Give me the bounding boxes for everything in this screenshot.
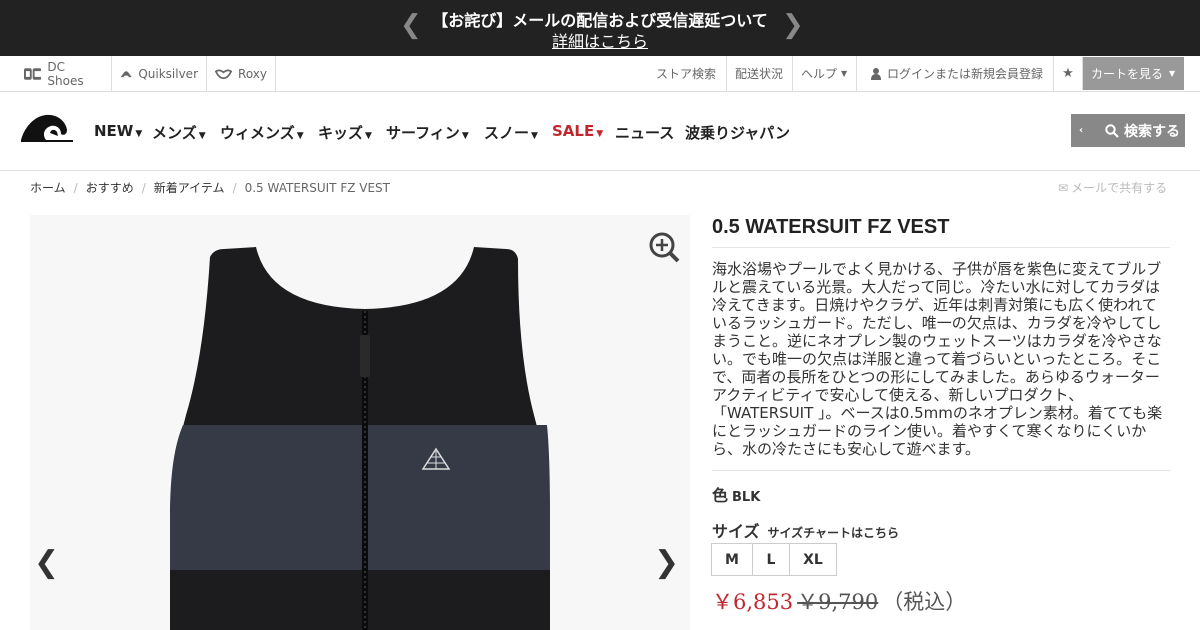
- cart-label: カートを見る: [1091, 67, 1164, 81]
- image-next-arrow[interactable]: ❯: [654, 545, 679, 580]
- nav-new-label: NEW: [94, 122, 134, 140]
- chevron-down-icon: ▼: [365, 131, 372, 141]
- brand-link-dc[interactable]: DC Shoes: [16, 56, 112, 91]
- chevron-left-icon: ‹: [1079, 125, 1084, 136]
- star-icon: ★: [1062, 66, 1074, 81]
- nav-kids[interactable]: キッズ ▼: [318, 122, 372, 143]
- size-row: サイズ サイズチャートはこちら: [712, 518, 899, 542]
- brand-label-quiksilver: Quiksilver: [138, 66, 198, 81]
- breadcrumb-recommend[interactable]: おすすめ: [86, 181, 134, 195]
- login-link[interactable]: ログインまたは新規会員登録: [856, 56, 1053, 91]
- nav-mens-label: メンズ: [152, 124, 197, 142]
- size-label: サイズ: [712, 522, 760, 541]
- chevron-down-icon: ▼: [596, 129, 604, 139]
- utility-bar: DC Shoes Quiksilver Roxy ストア検索 配送状況 ヘルプ …: [0, 56, 1200, 92]
- nav-womens-label: ウィメンズ: [220, 124, 295, 142]
- breadcrumb: ホーム / おすすめ / 新着アイテム / 0.5 WATERSUIT FZ VEST: [30, 179, 390, 196]
- chevron-down-icon: ▼: [841, 69, 848, 78]
- product-image[interactable]: [30, 215, 690, 630]
- product-description: 海水浴場やプールでよく見かける、子供が唇を紫色に変えてブルブルと震えている光景。…: [712, 260, 1163, 458]
- quiksilver-logo-icon: [120, 70, 132, 77]
- envelope-icon: ✉: [1058, 181, 1069, 195]
- size-option-m[interactable]: M: [711, 543, 753, 576]
- dc-logo-icon: [24, 67, 42, 80]
- color-value: BLK: [732, 490, 761, 505]
- nav-surfing[interactable]: サーフィン ▼: [386, 122, 469, 143]
- divider: [712, 247, 1170, 248]
- store-search-link[interactable]: ストア検索: [648, 56, 724, 91]
- nav-sale[interactable]: SALE ▼: [552, 122, 603, 140]
- login-label: ログインまたは新規会員登録: [887, 67, 1044, 81]
- brand-label-dc: DC Shoes: [47, 59, 84, 88]
- image-prev-arrow[interactable]: ❮: [34, 545, 59, 580]
- chevron-down-icon: ▼: [1169, 69, 1176, 78]
- view-cart-button[interactable]: カートを見る ▼: [1082, 57, 1184, 90]
- chevron-down-icon: ▼: [531, 131, 538, 141]
- share-label: メールで共有する: [1071, 181, 1168, 195]
- nav-mens[interactable]: メンズ ▼: [152, 122, 206, 143]
- chevron-down-icon: ▼: [296, 131, 304, 141]
- size-option-l[interactable]: L: [752, 543, 790, 576]
- color-label: 色: [712, 486, 729, 505]
- nav-new[interactable]: NEW ▼: [94, 122, 142, 140]
- shipping-status-link[interactable]: 配送状況: [726, 56, 791, 91]
- nav-womens[interactable]: ウィメンズ ▼: [220, 122, 304, 143]
- nav-surfing-label: サーフィン: [386, 124, 460, 142]
- announcement-bar: ❮ 【お詫び】メールの配信および受信遅延ついて 詳細はこちら ❯: [0, 0, 1200, 56]
- search-button-label: 検索する: [1124, 123, 1180, 140]
- announcement-next-icon[interactable]: ❯: [782, 10, 804, 40]
- main-navigation: NEW ▼ メンズ ▼ ウィメンズ ▼ キッズ ▼ サーフィン ▼ スノー ▼ SALE ▼ …: [0, 92, 1200, 171]
- nav-snow[interactable]: スノー ▼: [484, 122, 538, 143]
- chevron-down-icon: ▼: [461, 131, 469, 141]
- nav-snow-label: スノー: [484, 124, 530, 142]
- original-price: ￥9,790: [797, 590, 879, 614]
- breadcrumb-home[interactable]: ホーム: [30, 181, 66, 195]
- vest-illustration: [30, 215, 690, 630]
- brand-link-quiksilver[interactable]: Quiksilver: [112, 56, 207, 91]
- divider: [712, 470, 1170, 471]
- share-by-email-link[interactable]: ✉ メールで共有する: [1058, 179, 1167, 196]
- tax-note: （税込）: [882, 590, 967, 614]
- help-menu[interactable]: ヘルプ ▼: [792, 56, 856, 91]
- sale-price: ￥6,853: [712, 590, 794, 614]
- nav-nami-nori-japan[interactable]: 波乗りジャパン: [685, 122, 790, 143]
- size-chart-link[interactable]: サイズチャートはこちら: [768, 526, 900, 540]
- price-row: ￥6,853 ￥9,790 （税込）: [712, 586, 966, 616]
- product-title: 0.5 WATERSUIT FZ VEST: [712, 216, 950, 238]
- breadcrumb-separator: /: [141, 181, 146, 195]
- roxy-logo-icon: [215, 69, 233, 79]
- search-icon: [1105, 123, 1119, 138]
- brand-label-roxy: Roxy: [238, 66, 267, 81]
- breadcrumb-separator: /: [73, 181, 78, 195]
- nav-sale-label: SALE: [552, 122, 595, 140]
- nav-kids-label: キッズ: [318, 124, 364, 142]
- announcement-link[interactable]: 詳細はこちら: [0, 28, 1200, 52]
- favorites-button[interactable]: ★: [1053, 56, 1082, 91]
- chevron-down-icon: ▼: [198, 131, 206, 141]
- breadcrumb-new-items[interactable]: 新着アイテム: [154, 181, 225, 195]
- breadcrumb-current: 0.5 WATERSUIT FZ VEST: [244, 181, 391, 195]
- chevron-down-icon: ▼: [135, 129, 143, 139]
- nav-news[interactable]: ニュース: [615, 122, 674, 143]
- color-row: 色 BLK: [712, 482, 760, 506]
- user-icon: [871, 67, 881, 80]
- breadcrumb-separator: /: [232, 181, 237, 195]
- quiksilver-logo-icon[interactable]: [20, 113, 73, 142]
- brand-link-roxy[interactable]: Roxy: [207, 56, 276, 91]
- size-option-xl[interactable]: XL: [789, 543, 837, 576]
- search-button[interactable]: ‹ 検索する: [1071, 114, 1185, 147]
- help-label: ヘルプ: [801, 67, 838, 81]
